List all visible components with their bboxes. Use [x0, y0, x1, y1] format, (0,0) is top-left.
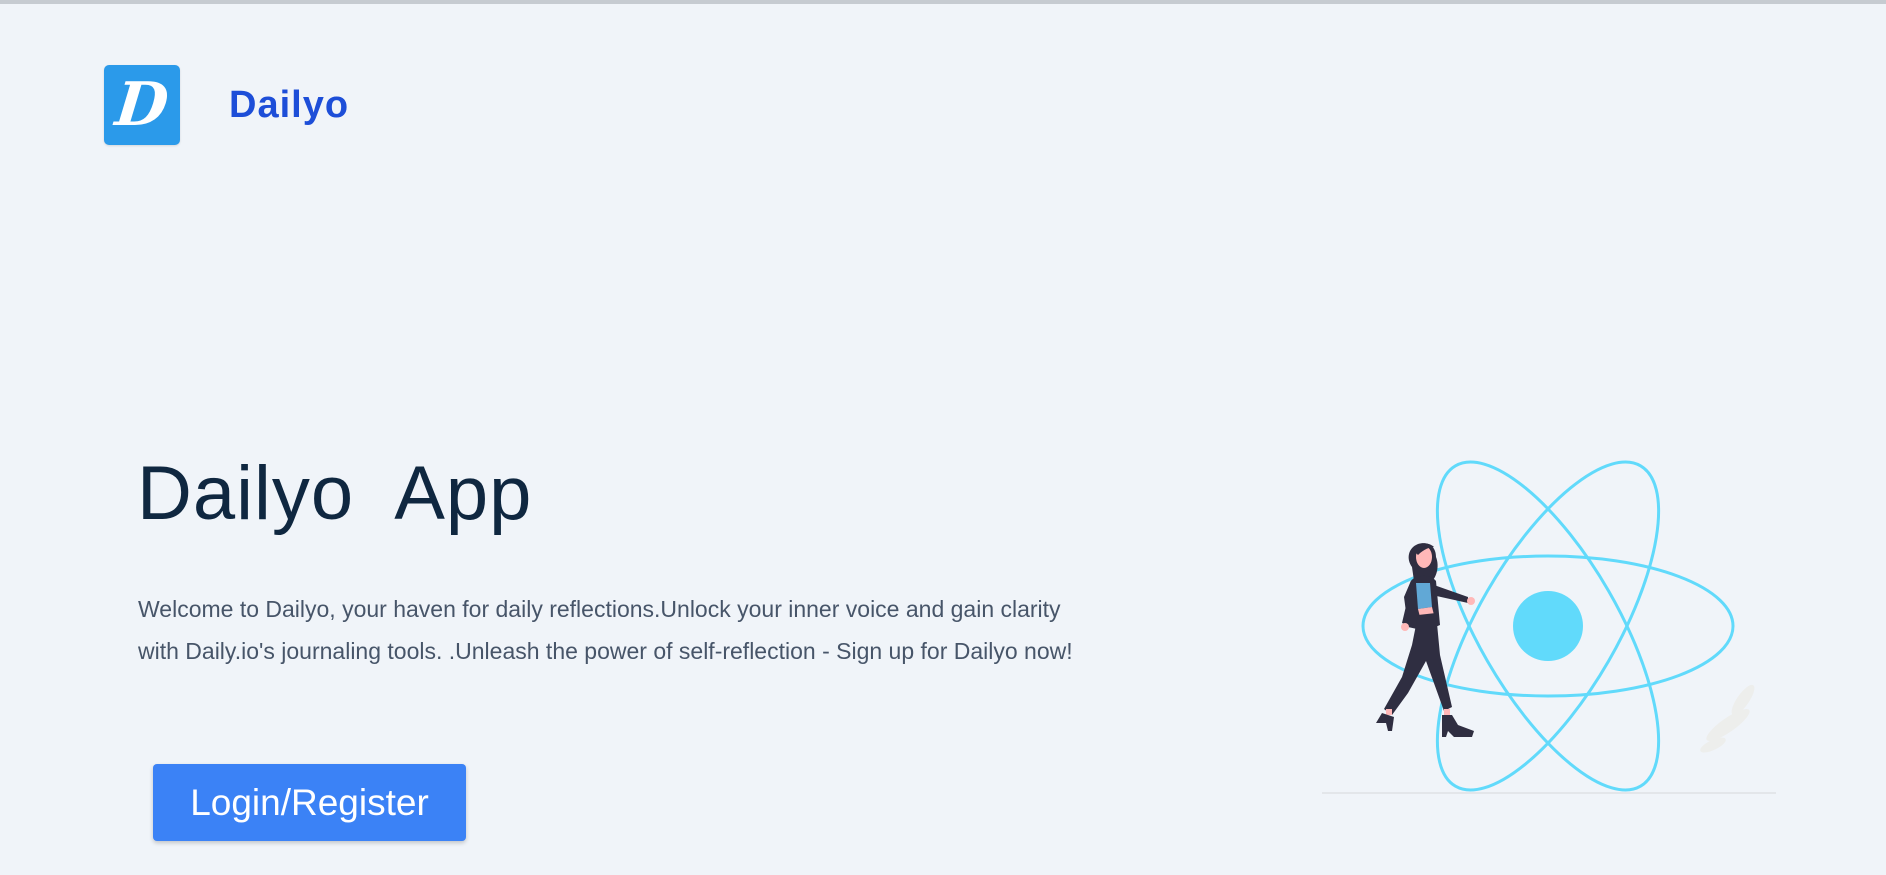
login-register-button[interactable]: Login/Register [153, 764, 466, 841]
woman-figure [1376, 543, 1475, 737]
faint-plant [1700, 684, 1755, 753]
header: D Dailyo [104, 65, 349, 145]
top-border [0, 0, 1886, 4]
dailyo-logo[interactable]: D [104, 65, 180, 145]
brand-name[interactable]: Dailyo [229, 84, 349, 127]
hero-description: Welcome to Dailyo, your haven for daily … [138, 596, 1073, 664]
atom-nucleus [1513, 591, 1583, 661]
logo-letter: D [112, 70, 172, 140]
hero-illustration [1322, 460, 1776, 794]
page-title: Dailyo App [137, 451, 533, 536]
